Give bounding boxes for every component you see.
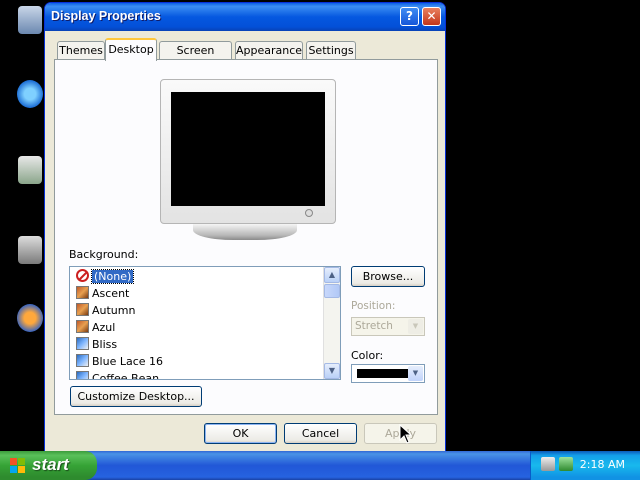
title-bar[interactable]: Display Properties ? ✕: [45, 3, 445, 31]
list-item[interactable]: Coffee Bean: [76, 370, 160, 380]
tab-themes[interactable]: Themes: [57, 41, 105, 60]
desktop-icon-label: Windows Play: [0, 333, 50, 357]
scroll-thumb[interactable]: [324, 284, 340, 298]
mouse-cursor-icon: [399, 424, 413, 444]
help-icon: ?: [406, 9, 413, 23]
monitor-preview: [160, 79, 336, 224]
bitmap-icon: [76, 371, 89, 379]
tab-desktop[interactable]: Desktop: [105, 38, 157, 61]
internet-explorer-icon: [17, 80, 43, 108]
ok-button[interactable]: OK: [204, 423, 277, 444]
list-item-label: Coffee Bean: [92, 372, 160, 380]
list-item[interactable]: Bliss: [76, 336, 117, 353]
color-picker-button[interactable]: ▼: [351, 364, 425, 383]
desktop-icon-label: Inter Explo: [0, 109, 31, 133]
list-item-label: (None): [90, 269, 135, 284]
start-label: start: [32, 455, 69, 474]
power-led-icon: [305, 209, 313, 217]
scroll-up-button[interactable]: ▲: [324, 267, 340, 283]
image-icon: [76, 286, 89, 299]
scroll-down-button[interactable]: ▼: [324, 363, 340, 379]
taskbar: start 2:18 AM: [0, 451, 640, 480]
list-item[interactable]: Blue Lace 16: [76, 353, 163, 370]
color-swatch: [357, 369, 411, 378]
browse-button[interactable]: Browse...: [351, 266, 425, 287]
customize-desktop-button[interactable]: Customize Desktop...: [70, 386, 202, 407]
clock: 2:18 AM: [579, 458, 625, 471]
media-player-icon: [17, 304, 43, 332]
window-title: Display Properties: [51, 9, 161, 23]
cancel-button[interactable]: Cancel: [284, 423, 357, 444]
close-button[interactable]: ✕: [422, 7, 441, 26]
bitmap-icon: [76, 337, 89, 350]
image-icon: [76, 303, 89, 316]
list-item-label: Ascent: [92, 287, 130, 300]
monitor-stand: [193, 224, 297, 240]
collab-icon: [18, 156, 42, 184]
tab-settings[interactable]: Settings: [306, 41, 356, 60]
none-icon: [76, 269, 89, 282]
desktop-icon-label: Recycl: [0, 35, 36, 48]
system-tray: 2:18 AM: [530, 451, 640, 480]
listbox-scrollbar[interactable]: ▲ ▼: [323, 267, 340, 379]
list-item[interactable]: Autumn: [76, 302, 135, 319]
safely-remove-icon[interactable]: [559, 457, 573, 471]
list-item-label: Bliss: [92, 338, 118, 351]
list-item-label: Autumn: [92, 304, 136, 317]
desktop-icon-label: Collab: [0, 185, 35, 198]
position-label: Position:: [351, 300, 396, 312]
recycle-bin-icon: [18, 6, 42, 34]
chevron-down-icon: ▼: [408, 319, 423, 334]
display-properties-window: Display Properties ? ✕ Themes Desktop Sc…: [44, 2, 446, 452]
desktop-tab-panel: Background: (None) Ascent Autumn Azul Bl…: [54, 59, 438, 415]
close-icon: ✕: [426, 9, 437, 23]
list-item-label: Azul: [92, 321, 116, 334]
desktop-icon-label: MyF: [0, 265, 23, 278]
list-item[interactable]: (None): [76, 268, 135, 285]
bitmap-icon: [76, 354, 89, 367]
preview-screen: [171, 92, 325, 206]
tab-appearance[interactable]: Appearance: [235, 41, 303, 60]
list-item-label: Blue Lace 16: [92, 355, 164, 368]
background-label: Background:: [69, 248, 139, 261]
position-value: Stretch: [355, 320, 393, 332]
chevron-down-icon: ▼: [408, 366, 423, 381]
background-listbox[interactable]: (None) Ascent Autumn Azul Bliss Blue Lac…: [69, 266, 341, 380]
start-button[interactable]: start: [0, 451, 97, 480]
my-files-icon: [18, 236, 42, 264]
color-label: Color:: [351, 349, 384, 362]
list-item[interactable]: Ascent: [76, 285, 129, 302]
windows-flag-icon: [10, 458, 26, 473]
image-icon: [76, 320, 89, 333]
network-icon[interactable]: [541, 457, 555, 471]
position-select[interactable]: Stretch ▼: [351, 317, 425, 336]
list-item[interactable]: Azul: [76, 319, 115, 336]
tab-screen-saver[interactable]: Screen Saver: [159, 41, 232, 74]
help-button[interactable]: ?: [400, 7, 419, 26]
